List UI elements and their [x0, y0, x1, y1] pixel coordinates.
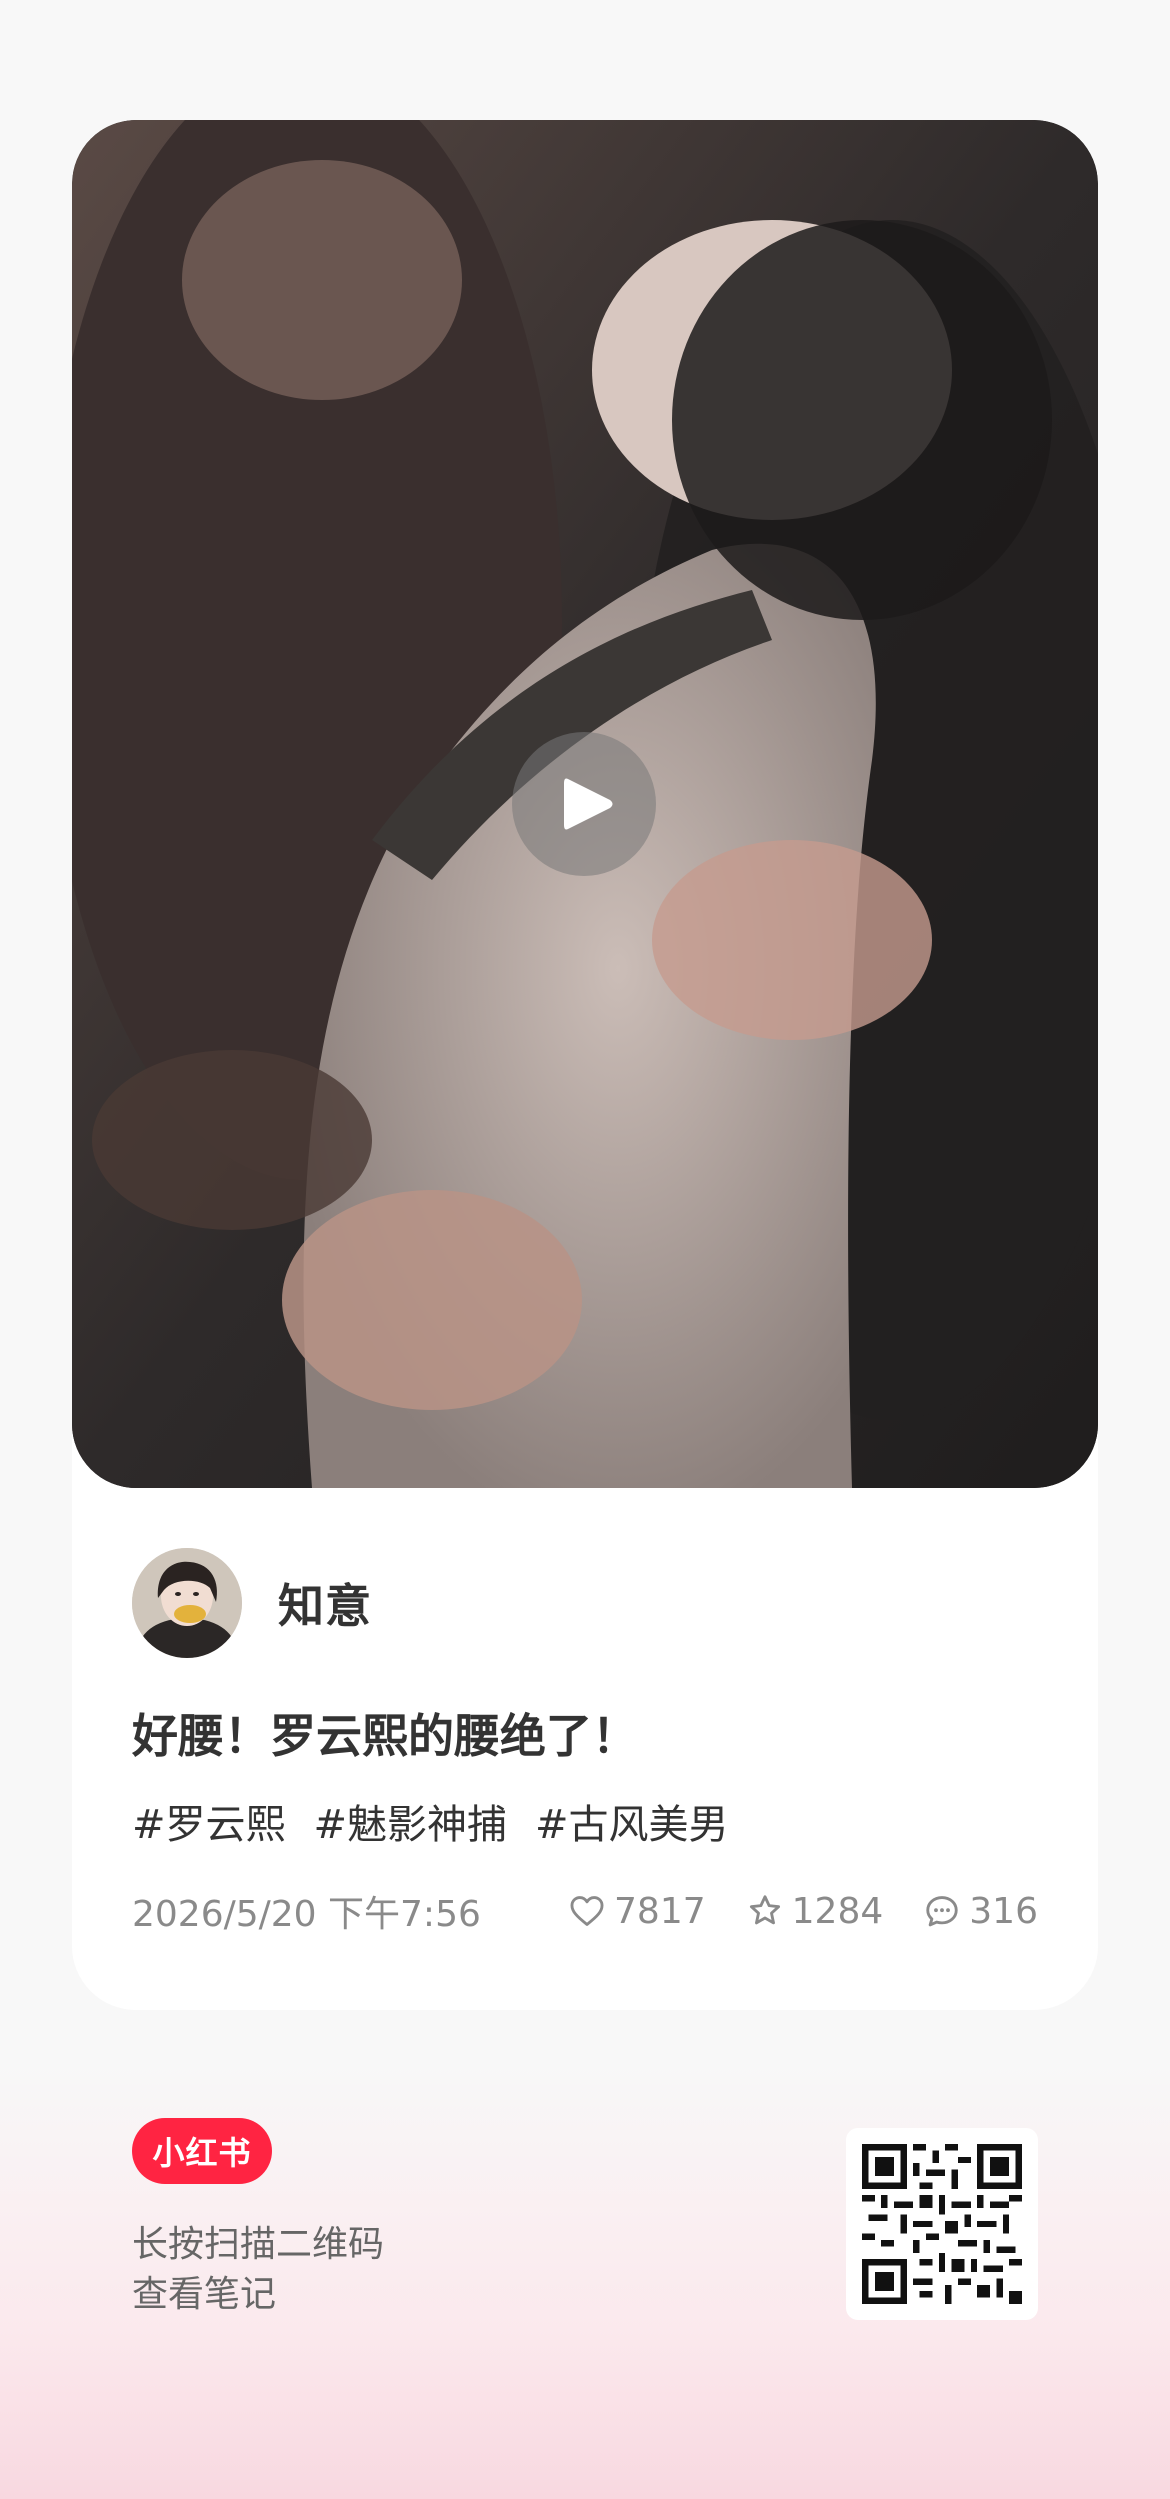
author-name[interactable]: 知意: [278, 1570, 372, 1636]
qr-code[interactable]: [846, 2128, 1038, 2320]
scan-tip: 长按扫描二维码 查看笔记: [132, 2220, 384, 2320]
scan-tip-line2: 查看笔记: [132, 2274, 277, 2315]
footer-info: 小红书 长按扫描二维码 查看笔记: [132, 2118, 384, 2320]
engagement-stats: 7817 1284 316: [528, 1891, 1038, 1932]
qr-code-icon: [862, 2144, 1022, 2304]
tag-list: #罗云熙 #魅影神捕 #古风美男: [132, 1792, 757, 1850]
tag[interactable]: #罗云熙: [132, 1792, 286, 1850]
tag[interactable]: #魅影神捕: [314, 1792, 508, 1850]
note-title: 好腰！罗云熙的腰绝了！: [132, 1709, 638, 1763]
scan-tip-line1: 长按扫描二维码: [132, 2224, 385, 2265]
publish-time: 2026/5/20 下午7:56: [132, 1894, 481, 1935]
tag[interactable]: #古风美男: [535, 1792, 729, 1850]
star-icon: [749, 1895, 780, 1925]
collect-stat[interactable]: 1284: [746, 1890, 884, 1932]
comment-stat[interactable]: 316: [923, 1891, 1038, 1932]
note-card: 知意 好腰！罗云熙的腰绝了！ #罗云熙 #魅影神捕 #古风美男 2026/5/2…: [72, 120, 1098, 2010]
play-icon: [564, 778, 613, 830]
comment-count: 316: [969, 1890, 1038, 1932]
video-cover[interactable]: [72, 120, 1098, 1488]
heart-icon: [570, 1896, 604, 1926]
play-button[interactable]: [512, 732, 656, 876]
avatar[interactable]: [132, 1548, 242, 1658]
note-meta: 2026/5/20 下午7:56 7817 1284 316: [132, 1886, 1038, 1936]
author-row[interactable]: 知意: [132, 1548, 372, 1658]
comment-icon: [926, 1896, 958, 1927]
like-count: 7817: [614, 1890, 706, 1932]
brand-logo: 小红书: [132, 2118, 272, 2184]
collect-count: 1284: [791, 1890, 884, 1932]
like-stat[interactable]: 7817: [568, 1891, 706, 1932]
